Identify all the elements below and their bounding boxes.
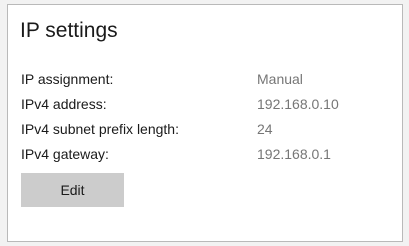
ipv4-subnet-prefix-label: IPv4 subnet prefix length:: [21, 121, 179, 137]
ip-assignment-row: IP assignment: Manual: [21, 71, 391, 91]
ip-settings-panel: IP settings IP assignment: Manual IPv4 a…: [7, 4, 403, 242]
section-title: IP settings: [20, 19, 118, 42]
ipv4-gateway-value: 192.168.0.1: [257, 146, 331, 162]
edit-button[interactable]: Edit: [21, 173, 124, 207]
ipv4-address-value: 192.168.0.10: [257, 96, 339, 112]
ipv4-subnet-prefix-value: 24: [257, 121, 273, 137]
ip-assignment-value: Manual: [257, 71, 303, 87]
ipv4-address-row: IPv4 address: 192.168.0.10: [21, 96, 391, 116]
ipv4-gateway-label: IPv4 gateway:: [21, 146, 109, 162]
ip-assignment-label: IP assignment:: [21, 71, 114, 87]
ipv4-subnet-prefix-row: IPv4 subnet prefix length: 24: [21, 121, 391, 141]
ipv4-address-label: IPv4 address:: [21, 96, 107, 112]
ipv4-gateway-row: IPv4 gateway: 192.168.0.1: [21, 146, 391, 166]
